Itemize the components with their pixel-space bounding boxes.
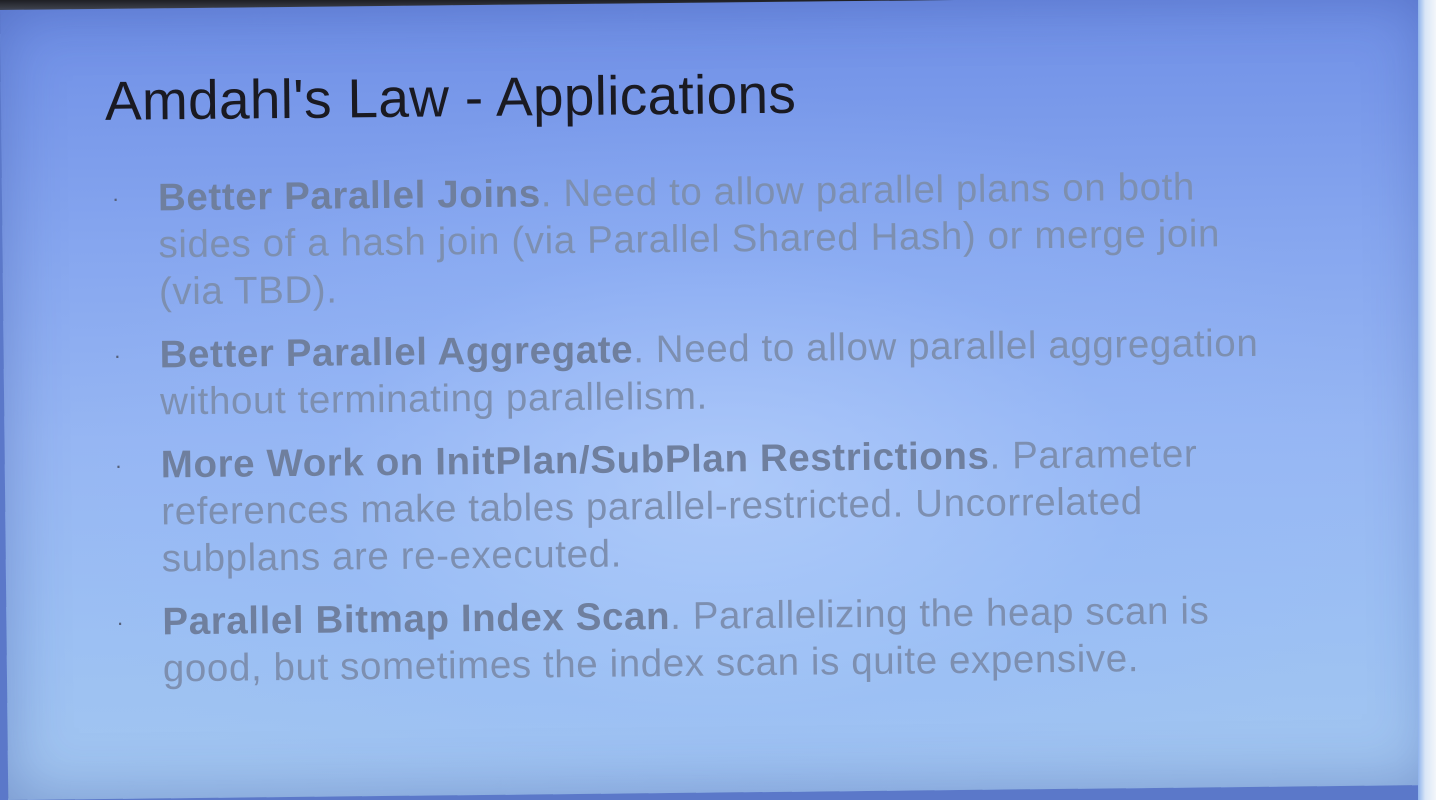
bullet-heading: Better Parallel Aggregate	[159, 328, 634, 377]
bullet-item: · Better Parallel Joins. Need to allow p…	[102, 162, 1293, 315]
bullet-item: · Parallel Bitmap Index Scan. Paralleliz…	[106, 586, 1297, 692]
projected-slide: Amdahl's Law - Applications · Better Par…	[0, 0, 1435, 800]
bullet-heading: Parallel Bitmap Index Scan	[162, 595, 671, 644]
screen-edge-glare	[1418, 0, 1436, 800]
bullet-dot-icon: ·	[116, 609, 125, 635]
bullet-item: · Better Parallel Aggregate. Need to all…	[103, 319, 1294, 425]
bullet-list: · Better Parallel Joins. Need to allow p…	[102, 162, 1298, 708]
photo-frame: Amdahl's Law - Applications · Better Par…	[0, 0, 1436, 800]
bullet-dot-icon: ·	[111, 185, 121, 211]
bullet-dot-icon: ·	[113, 342, 122, 368]
bullet-dot-icon: ·	[114, 452, 123, 478]
bullet-heading: Better Parallel Joins	[157, 172, 541, 220]
bullet-heading: More Work on InitPlan/SubPlan Restrictio…	[160, 434, 990, 487]
bullet-item: · More Work on InitPlan/SubPlan Restrict…	[105, 429, 1296, 582]
slide-title: Amdahl's Law - Applications	[104, 62, 797, 132]
